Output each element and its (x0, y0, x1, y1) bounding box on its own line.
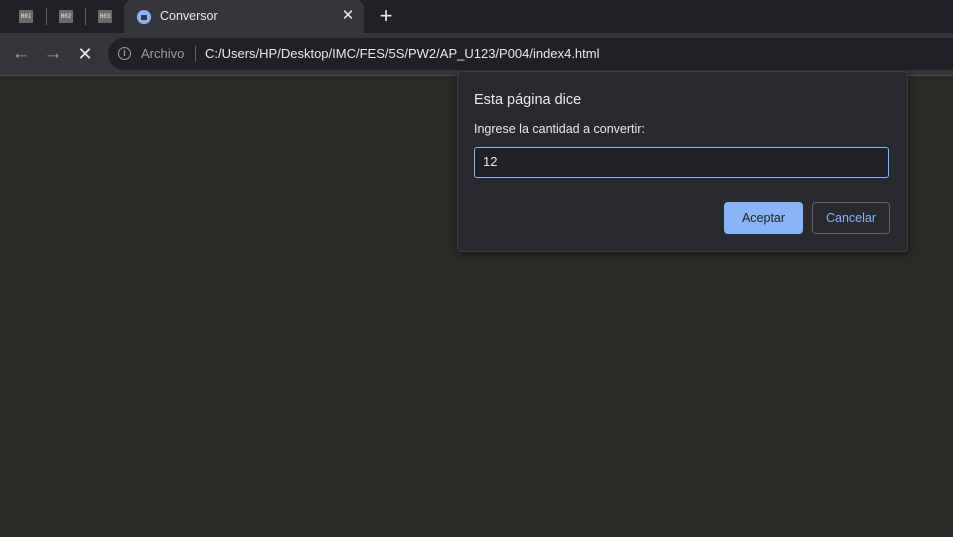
pinned-tab-2[interactable]: 002 (47, 0, 85, 33)
dialog-title: Esta página dice (474, 92, 582, 108)
site-info-icon[interactable]: i (118, 47, 131, 60)
prompt-input[interactable]: 12 (474, 147, 889, 178)
forward-button[interactable]: → (41, 42, 65, 66)
url-text[interactable]: C:/Users/HP/Desktop/IMC/FES/5S/PW2/AP_U1… (205, 46, 600, 61)
address-bar[interactable]: i Archivo C:/Users/HP/Desktop/IMC/FES/5S… (108, 38, 953, 70)
favicon-icon: 003 (98, 10, 112, 23)
cancel-button[interactable]: Cancelar (812, 202, 890, 234)
favicon-icon: 001 (19, 10, 33, 23)
stop-loading-button[interactable]: ✕ (73, 42, 97, 66)
page-favicon-icon (137, 10, 151, 24)
browser-toolbar: ← → ✕ i Archivo C:/Users/HP/Desktop/IMC/… (0, 33, 953, 76)
active-tab[interactable]: Conversor ✕ (124, 0, 364, 33)
tab-strip: 001 002 003 Conversor ✕ + (0, 0, 953, 33)
close-tab-icon[interactable]: ✕ (340, 8, 356, 24)
pinned-tab-3[interactable]: 003 (86, 0, 124, 33)
accept-button[interactable]: Aceptar (724, 202, 803, 234)
back-button[interactable]: ← (9, 42, 33, 66)
prompt-dialog: Esta página dice Ingrese la cantidad a c… (457, 71, 908, 252)
scheme-label: Archivo (141, 46, 185, 61)
new-tab-button[interactable]: + (374, 5, 398, 27)
address-separator (195, 46, 196, 62)
dialog-message: Ingrese la cantidad a convertir: (474, 122, 645, 136)
tab-title: Conversor (160, 9, 218, 23)
favicon-icon: 002 (59, 10, 73, 23)
pinned-tab-1[interactable]: 001 (7, 0, 45, 33)
